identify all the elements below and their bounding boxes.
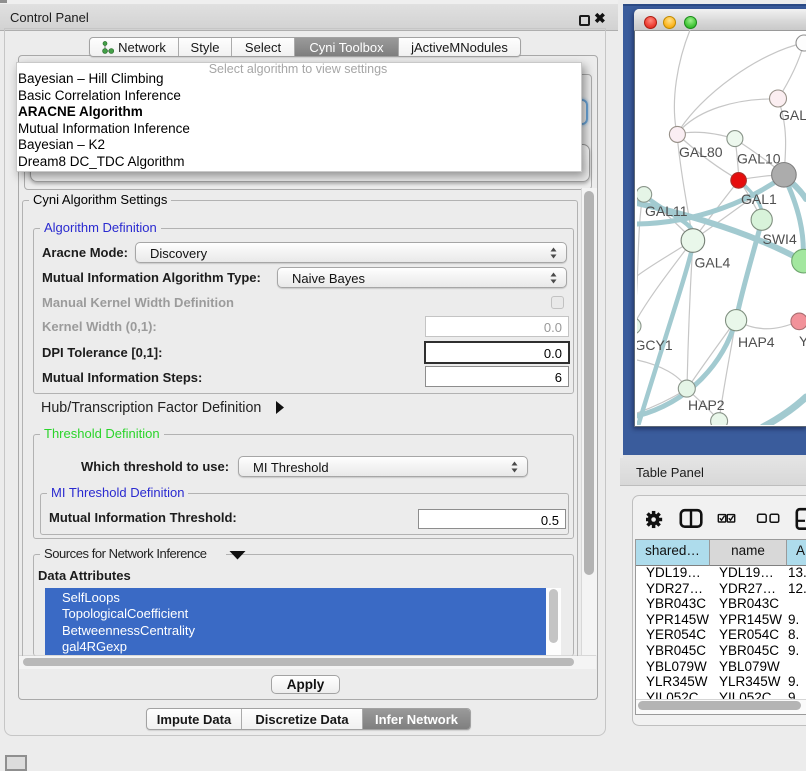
svg-text:GAL4: GAL4 (695, 255, 731, 271)
svg-text:GCY1: GCY1 (637, 337, 673, 353)
svg-text:SWI4: SWI4 (763, 231, 797, 247)
svg-text:GAL80: GAL80 (679, 144, 723, 160)
svg-text:Y: Y (799, 333, 806, 349)
svg-text:GAL11: GAL11 (645, 203, 688, 219)
svg-text:GAL10: GAL10 (737, 151, 781, 167)
svg-text:GAL: GAL (779, 107, 806, 123)
svg-text:HAP4: HAP4 (738, 334, 775, 350)
svg-text:GAL1: GAL1 (741, 191, 777, 207)
svg-text:HAP2: HAP2 (688, 397, 725, 413)
